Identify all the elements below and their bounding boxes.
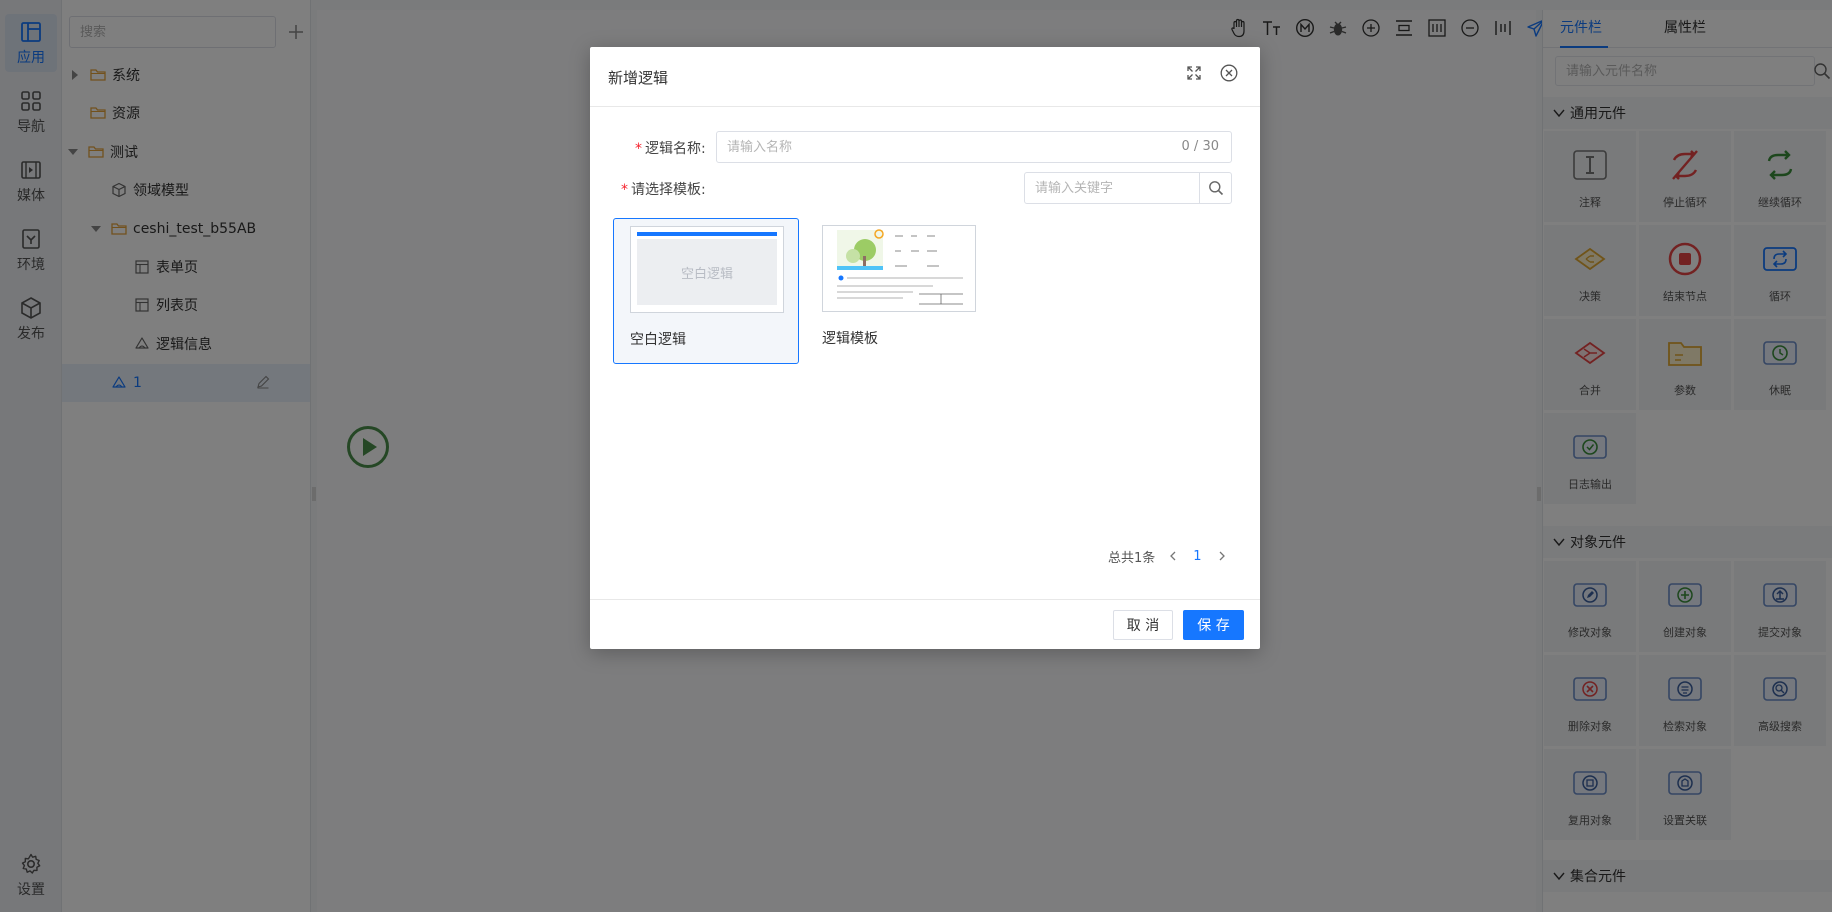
chevron-right-icon[interactable] (1216, 550, 1228, 562)
template-keyword-input[interactable] (1025, 173, 1199, 203)
pagination-total: 总共1条 (1108, 550, 1156, 566)
name-char-counter: 0 / 30 (1181, 139, 1219, 154)
pagination-current-page[interactable]: 1 (1193, 549, 1201, 564)
new-logic-dialog: 新增逻辑 *逻辑名称: 0 / 30 *请选择模板: 空白逻辑 空白逻辑 (590, 47, 1260, 649)
template-card-blank[interactable]: 空白逻辑 空白逻辑 (613, 218, 799, 364)
template-label: * 请选择模板: (621, 179, 706, 199)
required-mark: * (635, 141, 642, 157)
template-name: 空白逻辑 (630, 332, 686, 348)
logic-name-input[interactable] (717, 132, 1157, 162)
close-circle-icon[interactable] (1220, 64, 1238, 82)
template-name: 逻辑模板 (822, 331, 878, 347)
save-button[interactable]: 保 存 (1183, 610, 1244, 640)
template-search-field (1024, 172, 1232, 204)
template-search-button[interactable] (1199, 173, 1231, 203)
cancel-button[interactable]: 取 消 (1113, 610, 1173, 640)
search-icon (1208, 181, 1223, 196)
template-thumbnail (822, 225, 976, 312)
thumbnail-header-bar (637, 232, 777, 236)
dialog-header: 新增逻辑 (590, 47, 1260, 107)
template-preview-illustration (837, 229, 963, 305)
template-thumbnail: 空白逻辑 (630, 226, 784, 313)
dialog-title: 新增逻辑 (608, 69, 669, 87)
template-label-text: 请选择模板: (631, 182, 706, 198)
template-card-logic[interactable]: 逻辑模板 (806, 218, 992, 364)
dialog-footer: 取 消 保 存 (590, 599, 1260, 649)
maximize-icon[interactable] (1186, 65, 1202, 81)
thumbnail-placeholder: 空白逻辑 (637, 239, 777, 305)
logic-name-label: * 逻辑名称: (635, 138, 706, 158)
chevron-left-icon[interactable] (1167, 550, 1179, 562)
logic-name-label-text: 逻辑名称: (645, 141, 706, 157)
required-mark: * (621, 182, 628, 198)
logic-name-field: 0 / 30 (716, 131, 1232, 163)
pagination: 总共1条 1 (1108, 546, 1234, 566)
